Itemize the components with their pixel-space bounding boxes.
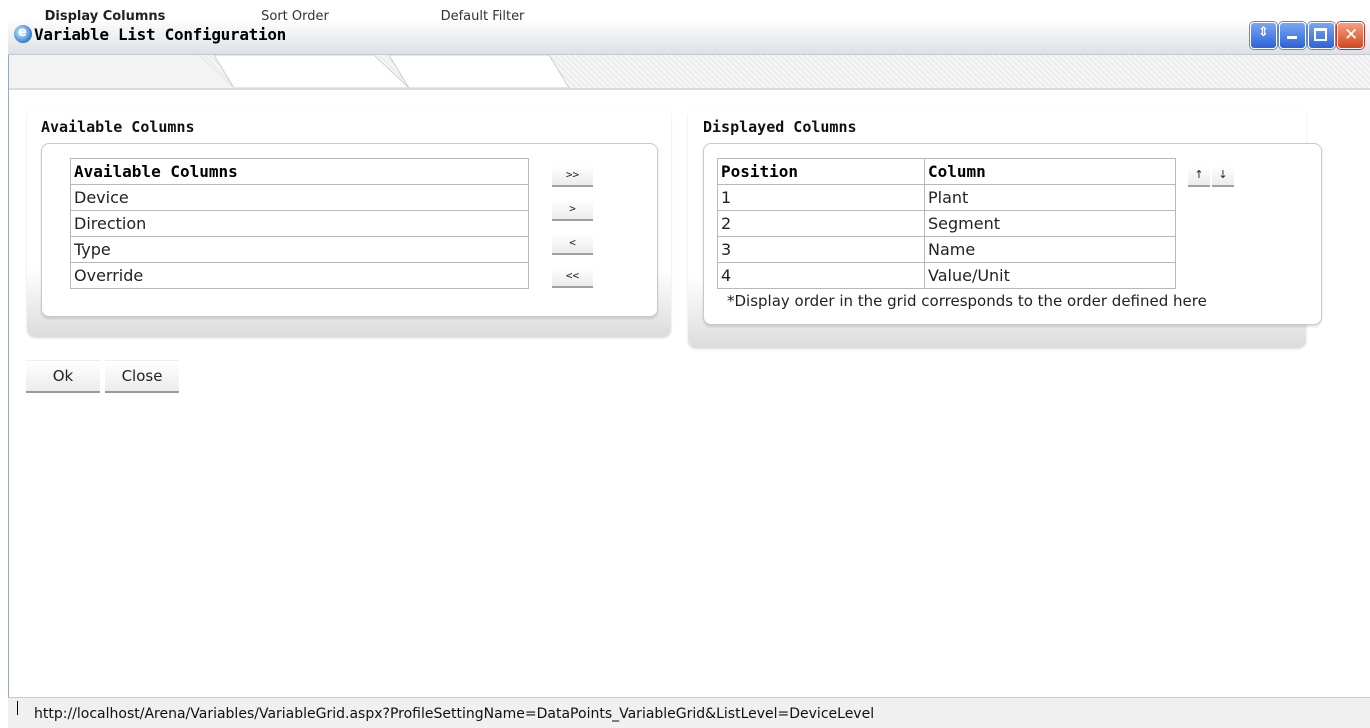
status-url: http://localhost/Arena/Variables/Variabl… [34, 706, 875, 722]
move-left-button[interactable]: < [552, 234, 593, 255]
column-header: Column [924, 158, 1176, 185]
restore-button[interactable]: ⇕ [1250, 22, 1277, 49]
position-cell: 2 [717, 210, 925, 237]
column-cell: Plant [924, 184, 1176, 211]
available-columns-header: Available Columns [70, 158, 529, 185]
restore-icon: ⇕ [1258, 25, 1269, 40]
list-item[interactable]: Direction [70, 210, 529, 237]
tab-display-columns[interactable]: Display Columns [20, 0, 190, 33]
close-button[interactable]: ✕ [1337, 22, 1364, 49]
status-bar: http://localhost/Arena/Variables/Variabl… [8, 697, 1370, 728]
move-right-button[interactable]: > [552, 200, 593, 221]
available-columns-table: Available Columns Device Direction Type … [70, 158, 529, 289]
column-cell: Name [924, 236, 1176, 263]
display-order-note: *Display order in the grid corresponds t… [727, 292, 1207, 310]
tab-shapes [9, 55, 570, 89]
minimize-icon [1287, 36, 1297, 39]
tab-sort-order[interactable]: Sort Order [240, 0, 350, 33]
status-caret [17, 701, 18, 715]
column-cell: Value/Unit [924, 262, 1176, 289]
move-all-right-button[interactable]: >> [552, 166, 593, 187]
table-row[interactable]: 2 Segment [717, 210, 1176, 237]
tab-default-filter[interactable]: Default Filter [415, 0, 550, 33]
close-icon: ✕ [1344, 25, 1359, 45]
close-dialog-button[interactable]: Close [105, 360, 179, 393]
table-row[interactable]: 1 Plant [717, 184, 1176, 211]
table-row[interactable]: 4 Value/Unit [717, 262, 1176, 289]
minimize-button[interactable] [1279, 22, 1306, 49]
move-all-left-button[interactable]: << [552, 267, 593, 288]
maximize-icon [1314, 28, 1327, 41]
list-item[interactable]: Override [70, 262, 529, 289]
move-up-button[interactable]: ↑ [1188, 166, 1210, 187]
displayed-columns-title: Displayed Columns [703, 118, 857, 136]
maximize-button[interactable] [1308, 22, 1335, 49]
list-item[interactable]: Device [70, 184, 529, 211]
position-cell: 3 [717, 236, 925, 263]
arrow-up-icon: ↑ [1194, 168, 1204, 181]
position-header: Position [717, 158, 925, 185]
arrow-down-icon: ↓ [1218, 168, 1228, 181]
position-cell: 1 [717, 184, 925, 211]
table-row[interactable]: 3 Name [717, 236, 1176, 263]
available-columns-title: Available Columns [41, 118, 195, 136]
move-down-button[interactable]: ↓ [1212, 166, 1234, 187]
tab-divider [9, 88, 1370, 90]
background-strip [0, 0, 1370, 18]
position-cell: 4 [717, 262, 925, 289]
column-cell: Segment [924, 210, 1176, 237]
list-item[interactable]: Type [70, 236, 529, 263]
displayed-columns-table: Position Column 1 Plant 2 Segment 3 Name… [717, 158, 1176, 289]
ok-button[interactable]: Ok [26, 360, 100, 393]
